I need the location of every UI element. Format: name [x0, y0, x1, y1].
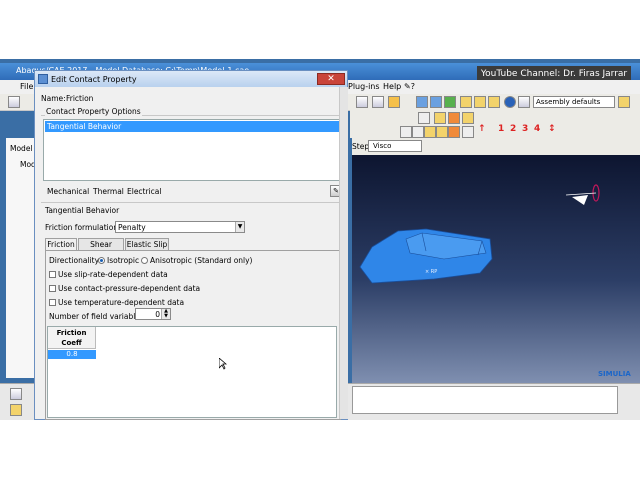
isotropic-label: Isotropic — [107, 256, 140, 265]
render-icon[interactable] — [388, 96, 400, 108]
menu-electrical[interactable]: Electrical — [127, 187, 161, 196]
slip-rate-label: Use slip-rate-dependent data — [58, 270, 168, 279]
chevron-down-icon[interactable]: ▼ — [235, 222, 244, 232]
select-icon[interactable] — [372, 96, 384, 108]
header-line-2: Coeff — [61, 339, 82, 347]
name-value: Friction — [66, 94, 94, 103]
info-icon[interactable] — [504, 96, 516, 108]
query-icon[interactable] — [356, 96, 368, 108]
menu-help[interactable]: Help — [383, 82, 401, 91]
tool-b-icon[interactable] — [434, 112, 446, 124]
tb-number-4[interactable]: 4 — [534, 124, 540, 134]
dof-icon-2[interactable]: ↕ — [548, 124, 556, 134]
viewport-graphics: × RP SIMULIA — [359, 184, 631, 378]
anisotropic-label: Anisotropic (Standard only) — [150, 256, 253, 265]
palette-icon[interactable] — [518, 96, 530, 108]
csys-icon[interactable] — [400, 126, 412, 138]
arrow-tool-icon[interactable] — [462, 126, 474, 138]
header-line-1: Friction — [56, 329, 87, 337]
section-title: Tangential Behavior — [45, 206, 120, 215]
view-iso-icon[interactable] — [416, 96, 428, 108]
context-bar: Step: Visco — [352, 138, 640, 155]
rp-marker-label: × RP — [425, 269, 437, 275]
assembly-display-combo[interactable]: Assembly defaults — [533, 96, 615, 108]
tab-elastic-slip[interactable]: Elastic Slip — [125, 238, 169, 250]
menu-mechanical[interactable]: Mechanical — [47, 187, 89, 196]
table-header-friction-coeff: Friction Coeff — [48, 327, 96, 349]
dialog-titlebar[interactable]: Edit Contact Property ✕ — [35, 71, 347, 87]
name-label: Name: — [41, 94, 66, 103]
divider — [41, 202, 343, 203]
viewport[interactable]: × RP SIMULIA — [352, 155, 640, 383]
option-tangential-behavior[interactable]: Tangential Behavior — [45, 121, 341, 132]
mouse-cursor-icon — [219, 358, 227, 370]
step-combo[interactable]: Visco — [368, 140, 422, 152]
view-right-icon[interactable] — [474, 96, 486, 108]
rp-icon[interactable] — [448, 126, 460, 138]
field-vars-spinner[interactable]: 0 ▲ ▼ — [135, 308, 171, 320]
view-front-icon[interactable] — [430, 96, 442, 108]
axis-icon[interactable] — [412, 126, 424, 138]
dialog-app-icon — [38, 74, 48, 84]
table-cell-friction-coeff[interactable]: 0.8 — [48, 350, 96, 359]
field-vars-value: 0 — [155, 310, 160, 319]
tb-number-3[interactable]: 3 — [522, 124, 528, 134]
edit-contact-property-dialog: Edit Contact Property ✕ Name: Friction C… — [34, 70, 348, 420]
directionality-label: Directionality: — [49, 256, 102, 265]
checkbox-slip-rate[interactable] — [49, 271, 56, 278]
view-top-icon[interactable] — [444, 96, 456, 108]
checkbox-contact-pressure[interactable] — [49, 285, 56, 292]
simulia-logo: SIMULIA — [598, 370, 631, 378]
menu-plugins[interactable]: Plug-ins — [348, 82, 380, 91]
options-header: Contact Property Options — [45, 107, 142, 116]
plane-icon[interactable] — [436, 126, 448, 138]
message-icon[interactable] — [10, 388, 22, 400]
secondary-toolbar: ↑ 1 2 3 4 ↕ — [350, 110, 640, 138]
step-combo-value: Visco — [373, 142, 392, 150]
close-icon[interactable]: ✕ — [317, 73, 345, 85]
dialog-scrollbar[interactable] — [339, 87, 348, 419]
tool-a-icon[interactable] — [418, 112, 430, 124]
new-file-icon[interactable] — [8, 96, 20, 108]
friction-formulation-label: Friction formulation: — [45, 223, 121, 232]
spinner-arrows-icon[interactable]: ▲ ▼ — [161, 309, 170, 319]
checkbox-temperature[interactable] — [49, 299, 56, 306]
model-tree-panel: Model Mod — [6, 138, 37, 416]
triad-icon — [565, 184, 600, 205]
point-icon[interactable] — [424, 126, 436, 138]
display-options-icon[interactable] — [618, 96, 630, 108]
svg-text:SIMULIA: SIMULIA — [598, 370, 631, 378]
message-output — [352, 386, 618, 414]
dialog-title: Edit Contact Property — [51, 75, 137, 84]
lower-blank-area — [0, 420, 640, 480]
tab-shear-stress[interactable]: Shear Stress — [78, 238, 124, 261]
tb-number-1[interactable]: 1 — [498, 124, 504, 134]
contact-pressure-label: Use contact-pressure-dependent data — [58, 284, 201, 293]
python-icon[interactable] — [10, 404, 22, 416]
temperature-label: Use temperature-dependent data — [58, 298, 185, 307]
menu-thermal[interactable]: Thermal — [93, 187, 124, 196]
field-vars-label: Number of field variables: — [49, 312, 147, 321]
radio-anisotropic[interactable] — [141, 257, 148, 264]
tool-c-icon[interactable] — [448, 112, 460, 124]
contact-options-list[interactable]: Tangential Behavior — [43, 119, 343, 181]
friction-data-table[interactable]: Friction Coeff 0.8 — [47, 326, 337, 418]
model-tab[interactable]: Model — [10, 144, 33, 153]
friction-formulation-value: Penalty — [118, 223, 146, 232]
menu-whatsthis[interactable]: ✎? — [404, 82, 415, 91]
tool-d-icon[interactable] — [462, 112, 474, 124]
menu-file[interactable]: File — [20, 82, 33, 91]
view-side-icon[interactable] — [460, 96, 472, 108]
tb-number-2[interactable]: 2 — [510, 124, 516, 134]
dof-icon-1[interactable]: ↑ — [478, 124, 486, 134]
view-back-icon[interactable] — [488, 96, 500, 108]
friction-formulation-combo[interactable]: Penalty ▼ — [115, 221, 245, 233]
radio-isotropic[interactable] — [98, 257, 105, 264]
